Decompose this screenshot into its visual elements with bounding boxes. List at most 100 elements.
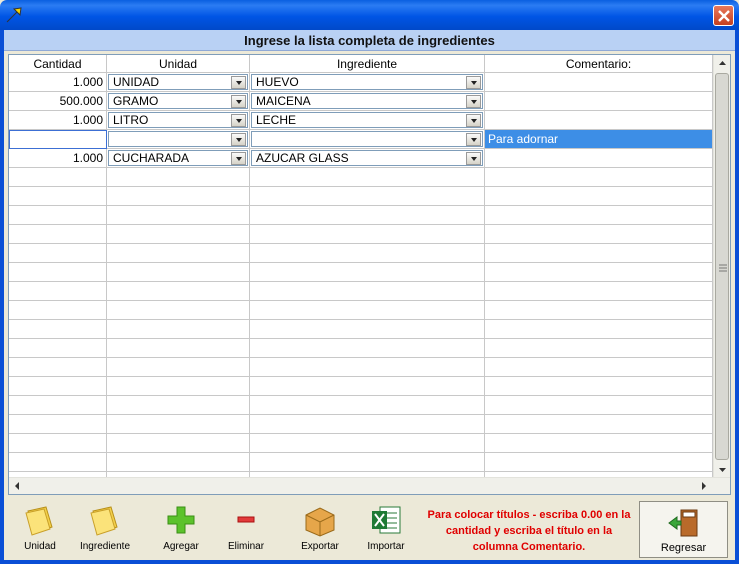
unidad-cell[interactable] (107, 396, 250, 415)
unidad-cell[interactable] (107, 415, 250, 434)
unidad-cell[interactable] (107, 339, 250, 358)
unidad-cell[interactable]: UNIDAD (107, 73, 250, 92)
ingrediente-cell[interactable] (250, 168, 485, 187)
comentario-cell[interactable] (485, 263, 713, 282)
unidad-cell[interactable] (107, 282, 250, 301)
unidad-cell[interactable] (107, 320, 250, 339)
table-row[interactable]: 1.000 CUCHARADA AZUCAR GLASS (9, 149, 713, 168)
cantidad-cell[interactable] (9, 415, 107, 434)
cantidad-cell[interactable]: 1.000 (9, 149, 107, 168)
unidad-cell[interactable] (107, 244, 250, 263)
comentario-cell[interactable] (485, 453, 713, 472)
chevron-down-icon[interactable] (466, 133, 481, 146)
ingrediente-cell[interactable] (250, 377, 485, 396)
cantidad-cell[interactable]: 1.000 (9, 111, 107, 130)
table-row[interactable] (9, 187, 713, 206)
table-row[interactable]: 1.000 UNIDAD HUEVO (9, 73, 713, 92)
comentario-cell[interactable] (485, 73, 713, 92)
chevron-down-icon[interactable] (231, 152, 246, 165)
vertical-scroll-thumb[interactable] (715, 73, 729, 460)
cantidad-cell[interactable] (9, 396, 107, 415)
ingrediente-cell-combo[interactable]: HUEVO (251, 74, 483, 90)
scroll-right-icon[interactable] (695, 478, 712, 494)
table-row[interactable]: Para adornar (9, 130, 713, 149)
ingrediente-cell[interactable]: AZUCAR GLASS (250, 149, 485, 168)
comentario-cell[interactable] (485, 320, 713, 339)
table-row[interactable] (9, 434, 713, 453)
ingrediente-cell[interactable] (250, 130, 485, 149)
comentario-cell[interactable] (485, 187, 713, 206)
unidad-cell[interactable] (107, 301, 250, 320)
table-row[interactable] (9, 377, 713, 396)
table-row[interactable]: 1.000 LITRO LECHE (9, 111, 713, 130)
comentario-cell[interactable] (485, 282, 713, 301)
column-header-cantidad[interactable]: Cantidad (9, 55, 107, 73)
table-row[interactable] (9, 206, 713, 225)
eliminar-button[interactable]: Eliminar (220, 503, 272, 555)
table-row[interactable]: 500.000 GRAMO MAICENA (9, 92, 713, 111)
ingrediente-cell[interactable] (250, 187, 485, 206)
ingrediente-button[interactable]: Ingrediente (74, 503, 136, 555)
cantidad-cell[interactable]: 1.000 (9, 73, 107, 92)
ingrediente-cell[interactable]: LECHE (250, 111, 485, 130)
ingrediente-cell[interactable] (250, 206, 485, 225)
vertical-scrollbar[interactable] (713, 55, 730, 478)
cantidad-cell[interactable] (9, 434, 107, 453)
chevron-down-icon[interactable] (231, 76, 246, 89)
table-row[interactable] (9, 358, 713, 377)
cantidad-cell[interactable]: 500.000 (9, 92, 107, 111)
ingrediente-cell[interactable]: MAICENA (250, 92, 485, 111)
unidad-cell[interactable] (107, 453, 250, 472)
scroll-up-icon[interactable] (714, 55, 731, 72)
comentario-cell[interactable] (485, 358, 713, 377)
ingrediente-cell[interactable] (250, 358, 485, 377)
cantidad-cell[interactable] (9, 168, 107, 187)
table-row[interactable] (9, 396, 713, 415)
importar-button[interactable]: Importar (360, 503, 412, 555)
chevron-down-icon[interactable] (466, 152, 481, 165)
cantidad-cell[interactable] (9, 453, 107, 472)
table-row[interactable] (9, 301, 713, 320)
exportar-button[interactable]: Exportar (294, 503, 346, 555)
unidad-cell-combo[interactable]: LITRO (108, 112, 248, 128)
table-row[interactable] (9, 320, 713, 339)
unidad-cell[interactable] (107, 358, 250, 377)
chevron-down-icon[interactable] (231, 114, 246, 127)
ingrediente-cell[interactable] (250, 453, 485, 472)
ingrediente-cell[interactable] (250, 244, 485, 263)
cantidad-cell[interactable] (9, 225, 107, 244)
unidad-cell[interactable] (107, 434, 250, 453)
comentario-cell[interactable] (485, 377, 713, 396)
cantidad-cell[interactable] (9, 130, 107, 149)
unidad-cell-combo[interactable]: GRAMO (108, 93, 248, 109)
table-row[interactable] (9, 168, 713, 187)
unidad-cell[interactable]: CUCHARADA (107, 149, 250, 168)
chevron-down-icon[interactable] (466, 95, 481, 108)
unidad-cell[interactable] (107, 130, 250, 149)
unidad-cell[interactable] (107, 187, 250, 206)
regresar-button[interactable]: Regresar (639, 501, 728, 558)
cantidad-cell[interactable] (9, 206, 107, 225)
comentario-cell[interactable] (485, 149, 713, 168)
table-row[interactable] (9, 225, 713, 244)
comentario-cell[interactable] (485, 111, 713, 130)
ingrediente-cell[interactable] (250, 434, 485, 453)
ingrediente-cell-combo[interactable]: MAICENA (251, 93, 483, 109)
ingrediente-cell[interactable] (250, 225, 485, 244)
ingrediente-cell[interactable] (250, 396, 485, 415)
cantidad-cell[interactable] (9, 263, 107, 282)
unidad-cell-combo[interactable] (108, 131, 248, 147)
ingredients-grid[interactable]: Cantidad Unidad Ingrediente Comentario: … (8, 54, 731, 495)
cantidad-cell[interactable] (9, 320, 107, 339)
cantidad-cell[interactable] (9, 301, 107, 320)
column-header-comentario[interactable]: Comentario: (485, 55, 713, 73)
ingrediente-cell[interactable] (250, 282, 485, 301)
unidad-cell[interactable] (107, 168, 250, 187)
comentario-cell[interactable] (485, 434, 713, 453)
unidad-cell-combo[interactable]: CUCHARADA (108, 150, 248, 166)
agregar-button[interactable]: Agregar (154, 503, 208, 555)
unidad-cell[interactable] (107, 225, 250, 244)
comentario-cell[interactable] (485, 225, 713, 244)
cantidad-cell[interactable] (9, 377, 107, 396)
chevron-down-icon[interactable] (466, 114, 481, 127)
